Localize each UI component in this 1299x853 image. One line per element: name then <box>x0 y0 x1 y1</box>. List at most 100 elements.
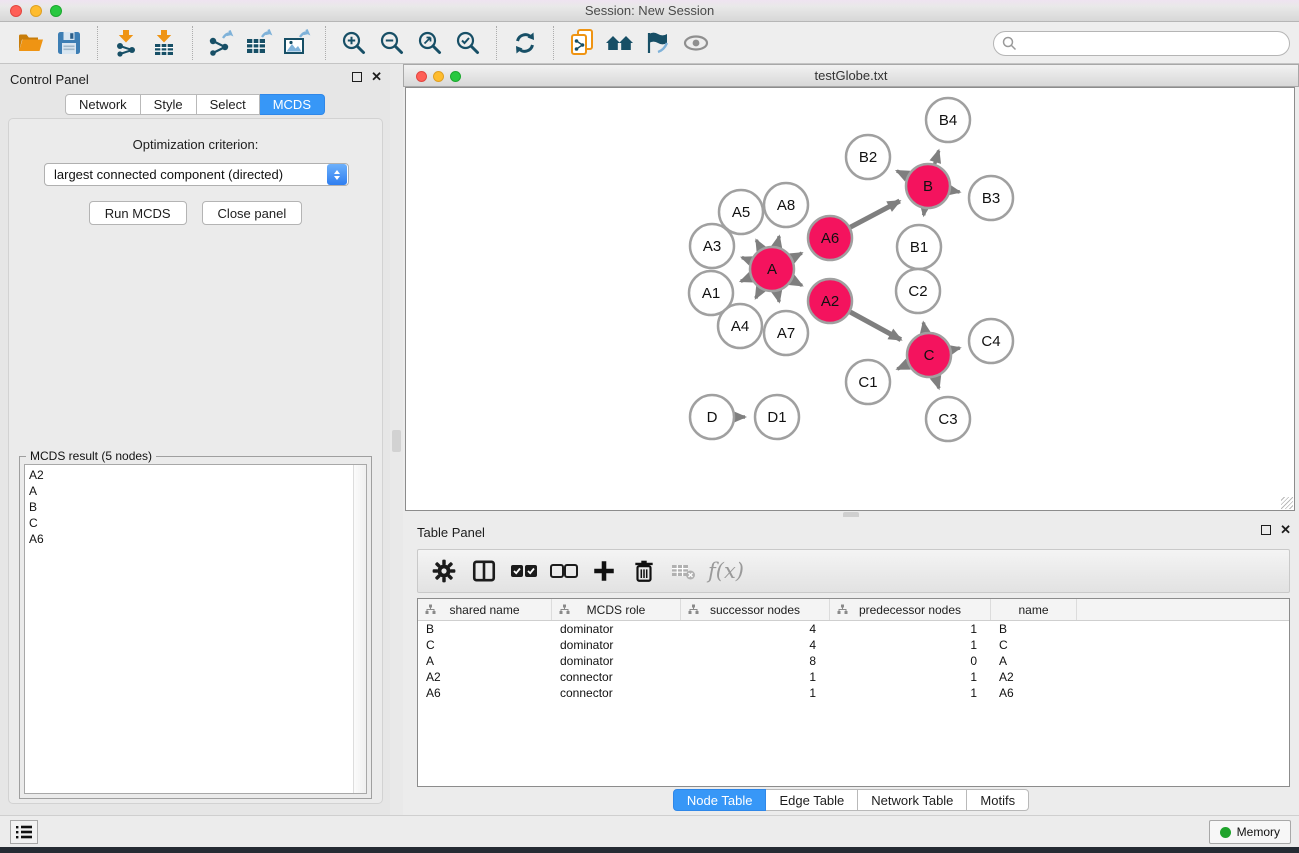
tab-mcds[interactable]: MCDS <box>260 94 325 115</box>
tab-network[interactable]: Network <box>65 94 141 115</box>
show-hide-button[interactable] <box>677 25 715 61</box>
network-graph[interactable]: AA1A2A3A4A5A6A7A8BB1B2B3B4CC1C2C3C4DD1 <box>406 88 1294 510</box>
control-panel-header: Control Panel ✕ <box>0 64 390 94</box>
column-header-name[interactable]: name <box>991 599 1077 620</box>
edge-B-B2[interactable] <box>897 171 908 176</box>
edge-A-A3[interactable] <box>742 258 751 261</box>
edge-B-B4[interactable] <box>935 151 939 164</box>
edge-A-A8[interactable] <box>777 236 779 246</box>
table-row[interactable]: Cdominator41C <box>418 637 1289 653</box>
minimize-network-button[interactable] <box>433 71 444 82</box>
edge-A-A4[interactable] <box>756 289 761 298</box>
node-label-A6: A6 <box>821 230 839 247</box>
run-mcds-button[interactable]: Run MCDS <box>89 201 187 225</box>
tab-edge-table[interactable]: Edge Table <box>766 789 858 811</box>
float-table-panel-icon[interactable] <box>1261 525 1271 535</box>
close-table-panel-icon[interactable]: ✕ <box>1280 525 1291 535</box>
tab-motifs[interactable]: Motifs <box>967 789 1029 811</box>
panel-splitter[interactable] <box>390 64 403 815</box>
list-scrollbar[interactable] <box>353 465 366 793</box>
ndex-home-button[interactable] <box>601 25 639 61</box>
result-item[interactable]: C <box>29 515 353 531</box>
tab-select[interactable]: Select <box>197 94 260 115</box>
column-header-shared-name[interactable]: shared name <box>418 599 552 620</box>
columns-icon <box>471 558 497 584</box>
refresh-button[interactable] <box>506 25 544 61</box>
node-label-C4: C4 <box>981 333 1000 350</box>
table-row[interactable]: A2connector11A2 <box>418 669 1289 685</box>
tab-style[interactable]: Style <box>141 94 197 115</box>
column-tree-icon <box>837 604 848 615</box>
criterion-dropdown[interactable]: largest connected component (directed) <box>44 163 349 186</box>
splitter-grip[interactable] <box>392 430 401 452</box>
zoom-out-button[interactable] <box>373 25 411 61</box>
table-row[interactable]: Bdominator41B <box>418 621 1289 637</box>
save-session-button[interactable] <box>50 25 88 61</box>
column-header-predecessor-nodes[interactable]: predecessor nodes <box>830 599 991 620</box>
optimization-criterion-label: Optimization criterion: <box>9 137 382 152</box>
search-input[interactable] <box>1022 36 1289 51</box>
minimize-window-button[interactable] <box>30 5 42 17</box>
edge-C-C4[interactable] <box>951 348 959 350</box>
result-item[interactable]: A2 <box>29 467 353 483</box>
close-network-button[interactable] <box>416 71 427 82</box>
edge-A-A2[interactable] <box>792 280 802 285</box>
edge-C-C2[interactable] <box>923 323 925 333</box>
import-network-button[interactable] <box>107 25 145 61</box>
result-item[interactable]: B <box>29 499 353 515</box>
cyndex-button[interactable] <box>563 25 601 61</box>
open-file-button[interactable] <box>12 25 50 61</box>
zoom-network-button[interactable] <box>450 71 461 82</box>
graphics-details-button[interactable] <box>639 25 677 61</box>
zoom-fit-button[interactable] <box>411 25 449 61</box>
export-table-button[interactable] <box>240 25 278 61</box>
result-item[interactable]: A6 <box>29 531 353 547</box>
select-all-columns-button[interactable] <box>506 553 542 589</box>
zoom-in-button[interactable] <box>335 25 373 61</box>
import-table-button[interactable] <box>145 25 183 61</box>
edge-A2-C[interactable] <box>850 312 901 340</box>
import-table-icon <box>150 29 178 57</box>
result-item[interactable]: A <box>29 483 353 499</box>
float-panel-icon[interactable] <box>352 72 362 82</box>
delete-table-icon <box>670 560 698 582</box>
mcds-result-groupbox: MCDS result (5 nodes) A2ABCA6 <box>19 456 372 799</box>
edge-A6-B[interactable] <box>850 201 899 227</box>
close-panel-button[interactable]: Close panel <box>202 201 303 225</box>
edge-A-A5[interactable] <box>756 240 761 249</box>
table-row[interactable]: A6connector11A6 <box>418 685 1289 701</box>
edge-C-C3[interactable] <box>936 377 939 388</box>
edge-B-B1[interactable] <box>924 209 925 216</box>
close-panel-icon[interactable]: ✕ <box>371 72 382 82</box>
memory-button[interactable]: Memory <box>1209 820 1291 844</box>
deselect-all-columns-button[interactable] <box>546 553 582 589</box>
window-resize-handle[interactable] <box>1281 497 1293 509</box>
column-header-successor-nodes[interactable]: successor nodes <box>681 599 830 620</box>
tab-network-table[interactable]: Network Table <box>858 789 967 811</box>
export-network-button[interactable] <box>202 25 240 61</box>
table-settings-button[interactable] <box>426 553 462 589</box>
search-box[interactable] <box>993 31 1290 56</box>
show-columns-button[interactable] <box>466 553 502 589</box>
desktop-background <box>0 847 1299 853</box>
table-row[interactable]: Adominator80A <box>418 653 1289 669</box>
network-canvas[interactable]: AA1A2A3A4A5A6A7A8BB1B2B3B4CC1C2C3C4DD1 <box>405 87 1295 511</box>
edge-B-B3[interactable] <box>951 190 960 192</box>
zoom-selected-button[interactable] <box>449 25 487 61</box>
edge-A-A6[interactable] <box>792 253 802 258</box>
column-tree-icon <box>425 604 436 615</box>
export-image-button[interactable] <box>278 25 316 61</box>
edge-A-A1[interactable] <box>741 277 751 281</box>
zoom-window-button[interactable] <box>50 5 62 17</box>
edge-A-A7[interactable] <box>777 292 779 302</box>
mcds-result-list[interactable]: A2ABCA6 <box>24 464 367 794</box>
unchecked-boxes-icon <box>549 561 579 581</box>
edge-C-C1[interactable] <box>897 364 908 369</box>
task-history-button[interactable] <box>10 820 38 844</box>
close-window-button[interactable] <box>10 5 22 17</box>
delete-column-button[interactable] <box>626 553 662 589</box>
column-header-MCDS-role[interactable]: MCDS role <box>552 599 681 620</box>
node-table[interactable]: shared nameMCDS rolesuccessor nodesprede… <box>417 598 1290 787</box>
add-column-button[interactable] <box>586 553 622 589</box>
tab-node-table[interactable]: Node Table <box>673 789 767 811</box>
